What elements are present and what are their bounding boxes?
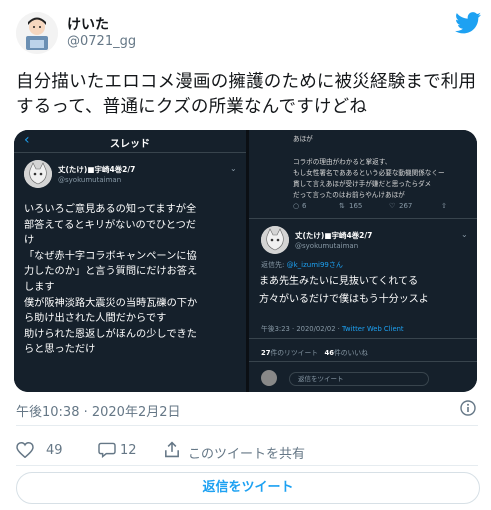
thread-header-title: スレッド — [110, 139, 150, 150]
reply-to-handle: @k_izumi99さん — [286, 261, 343, 269]
quoted-author-handle: @syokumutaiman — [58, 176, 122, 184]
quoted-line: らと思っただけ — [24, 344, 96, 356]
viewer-avatar — [261, 370, 277, 386]
quoted-body: いろいろご意見あるの知ってますが全 部答えてるとキリがないのでひとつだ け 「な… — [24, 202, 242, 358]
display-name[interactable]: けいた — [67, 14, 109, 34]
user-handle[interactable]: @0721_gg — [67, 34, 136, 49]
retweet-icon: ⇅ — [339, 202, 345, 210]
twitter-bird-icon — [455, 12, 481, 34]
like-icon: ♡ — [389, 202, 396, 210]
quoted-line: いろいろご意見あるの知ってますが全 — [24, 204, 197, 215]
share-label[interactable]: このツイートを共有 — [188, 443, 305, 462]
tweet-timestamp[interactable]: 午後10:38 · 2020年2月2日 — [16, 401, 181, 420]
previous-line: だって言ったのはお前らやんけあほが — [293, 191, 405, 200]
reply-author-handle: @syokumutaiman — [295, 242, 359, 250]
thread-screenshot-right: あほが コラボの理由がわかると掌返す、 もし女性署名でああるという必要な動機関係… — [249, 130, 477, 392]
quoted-line: します — [24, 281, 55, 293]
reply-bubble-icon[interactable] — [98, 442, 116, 459]
previous-line — [293, 145, 473, 156]
quoted-author-name: 丈(たけ)■宇崎4巻2/7 — [58, 165, 136, 174]
reply-line: 方々がいるだけで僕はもう十分ッスよ — [259, 294, 429, 305]
quoted-line: け — [24, 235, 35, 247]
tweet-text: 自分描いたエロコメ漫画の擁護のために被災経験まで利用するって、普通にクズの所業な… — [16, 72, 477, 117]
retweet-stat-label: 件のリツイート — [270, 349, 319, 357]
reply-count[interactable]: 12 — [120, 443, 137, 458]
divider — [249, 218, 477, 219]
previous-line: コラボの理由がわかると掌返す、 — [293, 157, 392, 166]
reply-stats: 27件のリツイート 46件のいいね — [261, 347, 368, 357]
header-divider — [14, 152, 246, 153]
retweet-count: 165 — [349, 202, 363, 210]
reply-icon: ○ — [293, 202, 300, 210]
previous-line: 貫して言えあほが受け手が嫌だと思ったらダメ — [293, 180, 432, 189]
divider — [16, 465, 478, 466]
reply-tweet-button[interactable]: 返信をツイート — [16, 472, 480, 504]
reply-meta: 午後3:23 · 2020/02/02 · Twitter Web Client — [261, 323, 404, 333]
quoted-line: 「なぜ赤十字コラボキャンペーンに協 — [24, 250, 197, 262]
reply-input-mock: 返信をツイート — [289, 372, 429, 386]
reply-author-name: 丈(たけ)■宇崎4巻2/7 — [295, 231, 373, 240]
reply-to: 返信先: @k_izumi99さん — [261, 260, 343, 270]
chevron-down-icon: ⌄ — [461, 230, 468, 239]
reply-author-avatar — [261, 226, 289, 254]
like-count: 267 — [399, 202, 413, 210]
previous-tweet-text: あほが コラボの理由がわかると掌返す、 もし女性署名でああるという必要な動機関係… — [293, 134, 473, 202]
quoted-line: 僕が阪神淡路大震災の当時瓦礫の下か — [24, 297, 198, 309]
like-count[interactable]: 49 — [46, 443, 63, 458]
share-icon: ⇧ — [441, 202, 447, 210]
divider — [249, 338, 477, 339]
quoted-line: 部答えてるとキリがないのでひとつだ — [24, 219, 196, 231]
previous-line: もし女性署名でああるという必要な動機関係なくー — [293, 168, 445, 177]
like-stat-label: 件のいいね — [334, 349, 368, 357]
share-icon[interactable] — [164, 441, 180, 458]
thread-screenshot-left: ‹ スレッド 丈(たけ)■宇崎4巻2/7 @syokumutaiman ⌄ いろ… — [14, 130, 246, 392]
chevron-down-icon: ⌄ — [230, 164, 237, 173]
divider — [249, 361, 477, 362]
reply-body: まあ先生みたいに見抜いてくれてる 方々がいるだけで僕はもう十分ッスよ — [259, 273, 475, 309]
previous-line: あほが — [293, 135, 313, 143]
like-heart-icon[interactable] — [16, 441, 34, 459]
reply-client: Twitter Web Client — [342, 325, 404, 333]
divider — [16, 425, 478, 426]
reply-to-label: 返信先: — [261, 261, 285, 269]
reply-count: 6 — [302, 202, 307, 210]
quoted-line: 力したのか」と言う質問にだけお答え — [24, 266, 198, 278]
quoted-line: ら助け出された人間だからです — [24, 313, 167, 325]
reply-time: 午後3:23 · 2020/02/02 · — [261, 325, 342, 333]
reply-line: まあ先生みたいに見抜いてくれてる — [259, 276, 419, 287]
quoted-line: 助けられた恩返しがほんの少しできた — [24, 328, 197, 340]
avatar[interactable] — [16, 12, 58, 54]
like-stat-count: 46 — [324, 349, 334, 357]
tweet-media-image[interactable]: ‹ スレッド 丈(たけ)■宇崎4巻2/7 @syokumutaiman ⌄ いろ… — [14, 130, 477, 392]
quoted-avatar — [24, 160, 52, 188]
info-icon[interactable] — [460, 400, 476, 416]
